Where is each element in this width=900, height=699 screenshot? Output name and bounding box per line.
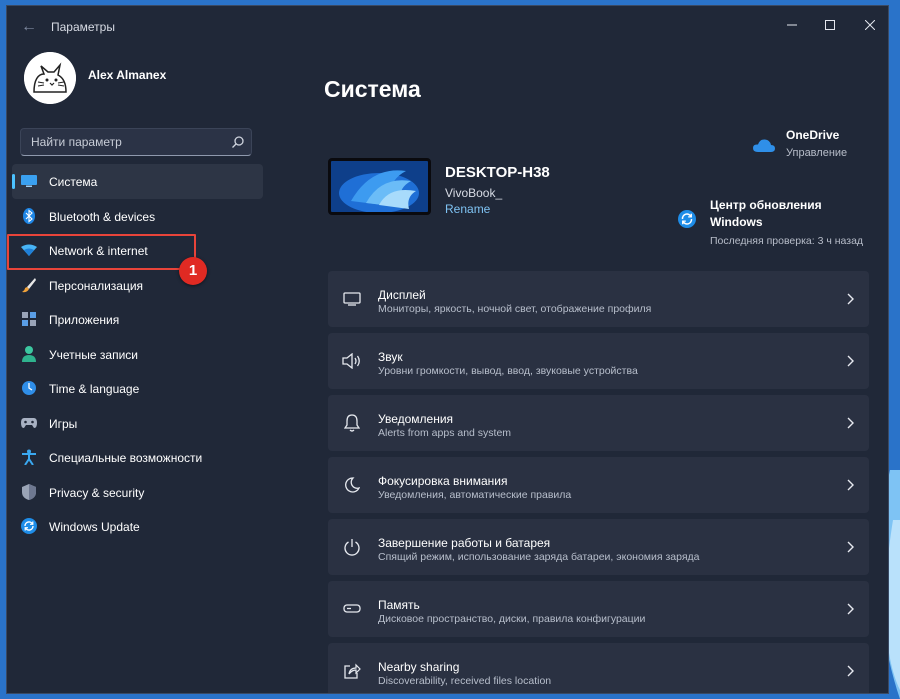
avatar — [24, 52, 76, 104]
sidebar-item-privacy[interactable]: Privacy & security — [12, 475, 263, 510]
card-subtitle: Уведомления, автоматические правила — [378, 489, 572, 501]
settings-cards: Дисплей Мониторы, яркость, ночной свет, … — [328, 271, 869, 693]
power-icon — [342, 537, 362, 557]
chevron-right-icon — [847, 479, 854, 491]
sidebar-item-time-language[interactable]: Time & language — [12, 371, 263, 406]
personalization-icon — [21, 277, 37, 293]
sidebar-item-accounts[interactable]: Учетные записи — [12, 337, 263, 372]
page-title: Система — [324, 76, 421, 102]
sidebar-item-label: Bluetooth & devices — [49, 209, 156, 224]
card-storage[interactable]: Память Дисковое пространство, диски, пра… — [328, 581, 869, 637]
onedrive-title[interactable]: OneDrive — [786, 128, 839, 142]
settings-window: ← Параметры Alex Almanex Найти параметр … — [6, 5, 889, 694]
system-icon — [21, 173, 37, 189]
onedrive-subtitle[interactable]: Управление — [786, 147, 847, 159]
display-icon — [342, 289, 362, 309]
user-name: Alex Almanex — [88, 68, 167, 82]
sound-icon — [342, 351, 362, 371]
window-title: Параметры — [51, 20, 115, 34]
windows-update-icon — [21, 518, 37, 534]
chevron-right-icon — [847, 603, 854, 615]
card-title: Фокусировка внимания — [378, 474, 508, 488]
accessibility-icon — [21, 449, 37, 465]
nearby-sharing-icon — [342, 661, 362, 681]
sidebar-item-label: Учетные записи — [49, 347, 138, 362]
sidebar-item-accessibility[interactable]: Специальные возможности — [12, 440, 263, 475]
onedrive-icon[interactable] — [753, 138, 775, 152]
windows-update-subtitle: Последняя проверка: 3 ч назад — [710, 235, 864, 247]
card-title: Звук — [378, 350, 403, 364]
chevron-right-icon — [847, 355, 854, 367]
card-nearby-sharing[interactable]: Nearby sharing Discoverability, received… — [328, 643, 869, 693]
step-number-badge: 1 — [179, 257, 207, 285]
sidebar-item-label: Специальные возможности — [49, 451, 203, 465]
bluetooth-icon — [21, 207, 37, 224]
search-input[interactable] — [21, 129, 221, 155]
card-title: Уведомления — [378, 412, 454, 426]
chevron-right-icon — [847, 541, 854, 553]
search-icon[interactable] — [231, 135, 245, 149]
card-title: Завершение работы и батарея — [378, 536, 551, 550]
rename-link[interactable]: Rename — [445, 202, 490, 216]
card-notifications[interactable]: Уведомления Alerts from apps and system — [328, 395, 869, 451]
windows-bloom-image — [331, 161, 428, 212]
sidebar-item-label: Privacy & security — [49, 485, 145, 500]
title-bar: ← Параметры — [7, 6, 888, 46]
close-button[interactable] — [852, 12, 888, 38]
sidebar-item-label: Time & language — [49, 382, 140, 396]
sidebar-item-bluetooth[interactable]: Bluetooth & devices — [12, 199, 263, 234]
card-subtitle: Уровни громкости, вывод, ввод, звуковые … — [378, 365, 638, 377]
card-subtitle: Discoverability, received files location — [378, 675, 552, 687]
windows-update-title[interactable]: Центр обновления Windows — [710, 197, 840, 231]
sidebar-item-windows-update[interactable]: Windows Update — [12, 509, 263, 544]
sidebar-item-label: Персонализация — [49, 278, 144, 293]
close-icon — [865, 20, 875, 30]
chevron-right-icon — [847, 417, 854, 429]
network-highlight-box — [7, 234, 196, 270]
time-language-icon — [21, 380, 37, 396]
card-subtitle: Спящий режим, использование заряда батар… — [378, 551, 700, 563]
windows-update-status-icon[interactable] — [678, 210, 696, 228]
card-title: Дисплей — [378, 288, 426, 302]
maximize-icon — [825, 20, 835, 30]
card-focus-assist[interactable]: Фокусировка внимания Уведомления, автома… — [328, 457, 869, 513]
card-sound[interactable]: Звук Уровни громкости, вывод, ввод, звук… — [328, 333, 869, 389]
card-title: Память — [378, 598, 420, 612]
sidebar-item-label: Игры — [49, 416, 78, 431]
storage-icon — [342, 599, 362, 619]
sidebar-item-label: Система — [49, 175, 98, 189]
card-subtitle: Мониторы, яркость, ночной свет, отображе… — [378, 303, 652, 315]
card-subtitle: Дисковое пространство, диски, правила ко… — [378, 613, 646, 625]
minimize-icon — [787, 24, 797, 26]
sidebar-item-label: Windows Update — [49, 520, 140, 534]
device-name: DESKTOP-H38 — [445, 164, 550, 181]
card-title: Nearby sharing — [378, 660, 460, 674]
card-power-battery[interactable]: Завершение работы и батарея Спящий режим… — [328, 519, 869, 575]
minimize-button[interactable] — [774, 12, 810, 38]
device-wallpaper-thumbnail — [328, 158, 431, 215]
notifications-icon — [342, 413, 362, 433]
search-box[interactable] — [20, 128, 252, 156]
chevron-right-icon — [847, 293, 854, 305]
card-subtitle: Alerts from apps and system — [378, 427, 512, 439]
sidebar-item-label: Приложения — [49, 313, 120, 327]
focus-assist-icon — [342, 475, 362, 495]
sidebar-item-system[interactable]: Система — [12, 164, 263, 199]
chevron-right-icon — [847, 665, 854, 677]
privacy-shield-icon — [21, 483, 37, 500]
back-arrow-icon[interactable]: ← — [17, 15, 41, 39]
maximize-button[interactable] — [812, 12, 848, 38]
accounts-icon — [21, 345, 37, 362]
sidebar-item-apps[interactable]: Приложения — [12, 302, 263, 337]
card-display[interactable]: Дисплей Мониторы, яркость, ночной свет, … — [328, 271, 869, 327]
sidebar-item-personalization[interactable]: Персонализация — [12, 268, 263, 303]
sidebar-item-gaming[interactable]: Игры — [12, 406, 263, 441]
cat-avatar-icon — [24, 52, 76, 104]
gaming-icon — [21, 415, 37, 431]
apps-icon — [21, 311, 37, 327]
device-model: VivoBook_ — [445, 186, 503, 200]
sidebar-nav: Система Bluetooth & devices Network & in… — [7, 164, 269, 544]
